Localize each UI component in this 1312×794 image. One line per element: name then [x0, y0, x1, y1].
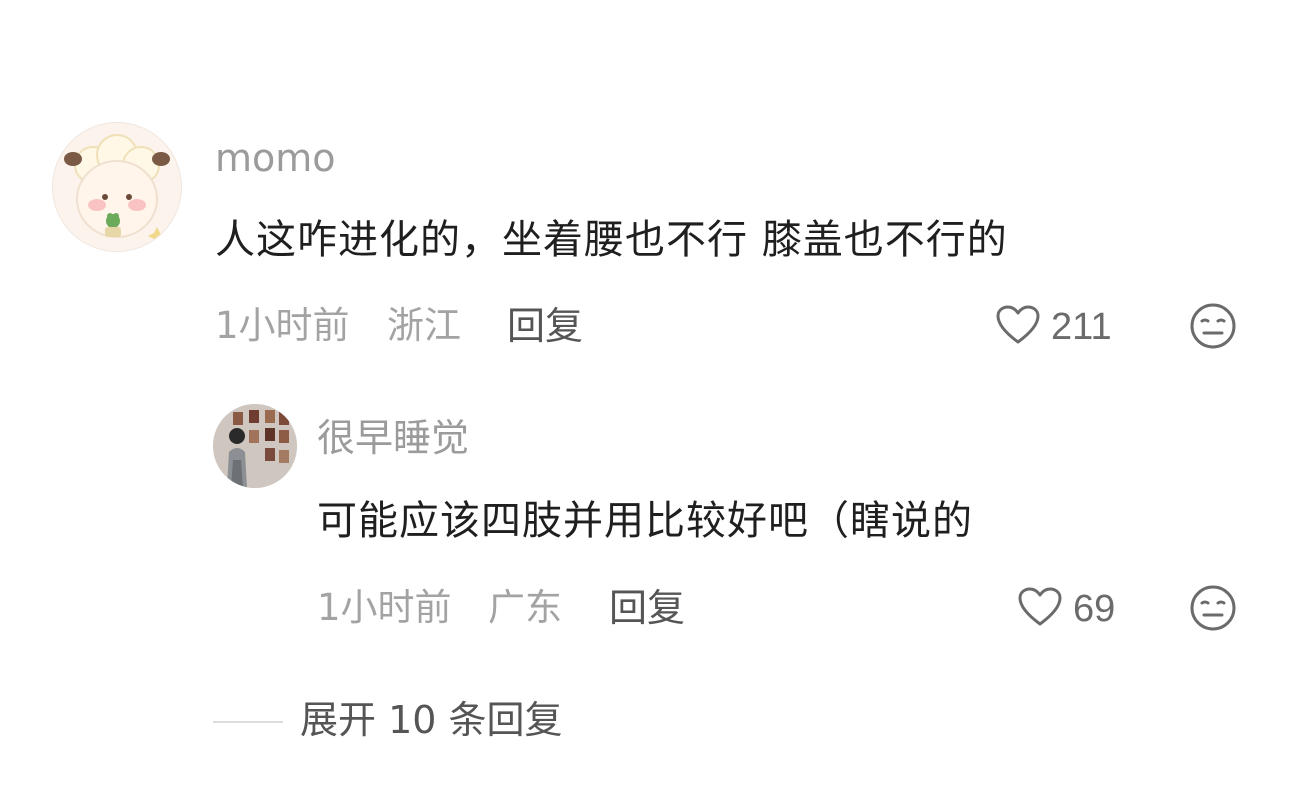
- expand-replies-button[interactable]: 展开 10 条回复: [300, 698, 563, 742]
- comment-username[interactable]: momo: [215, 136, 336, 180]
- avatar-gallery-photo: [213, 404, 297, 488]
- reply-text: 可能应该四肢并用比较好吧（瞎说的: [317, 498, 973, 544]
- meh-face-icon[interactable]: [1189, 584, 1237, 636]
- avatar-sheep-illustration: [53, 123, 181, 251]
- heart-outline-icon: [995, 304, 1041, 350]
- avatar[interactable]: [213, 404, 297, 488]
- comment-time: 1小时前: [215, 304, 350, 347]
- expand-divider: [213, 721, 283, 723]
- reply-button[interactable]: 回复: [507, 304, 583, 348]
- meh-face-icon[interactable]: [1189, 302, 1237, 354]
- heart-outline-icon: [1017, 586, 1063, 632]
- comment-text: 人这咋进化的，坐着腰也不行 膝盖也不行的: [215, 217, 1008, 263]
- like-button[interactable]: 211: [995, 304, 1112, 350]
- avatar[interactable]: [52, 122, 182, 252]
- reply-location: 广东: [488, 586, 562, 629]
- reply-username[interactable]: 很早睡觉: [317, 416, 469, 460]
- reply-like-count: 69: [1073, 588, 1116, 630]
- reply-like-button[interactable]: 69: [1017, 586, 1115, 632]
- like-count: 211: [1051, 306, 1112, 348]
- reply-time: 1小时前: [317, 586, 452, 629]
- reply-reply-button[interactable]: 回复: [609, 586, 685, 630]
- comment-location: 浙江: [387, 304, 461, 347]
